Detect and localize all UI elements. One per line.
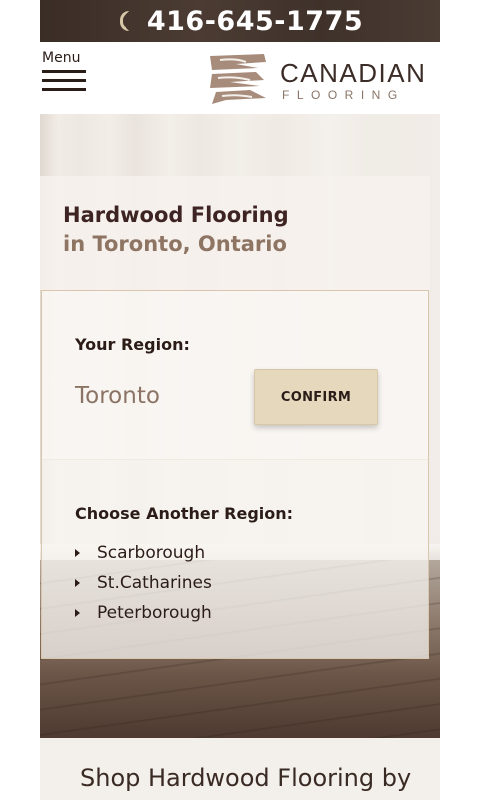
logo-title: CANADIAN bbox=[280, 58, 427, 88]
menu-button[interactable]: Menu bbox=[42, 50, 88, 97]
region-link-label: Scarborough bbox=[97, 543, 206, 563]
region-link-scarborough[interactable]: Scarborough bbox=[75, 538, 212, 568]
menu-label: Menu bbox=[42, 50, 81, 66]
logo[interactable]: CANADIAN FLOORING bbox=[206, 48, 436, 108]
hamburger-icon bbox=[42, 70, 88, 91]
logo-subtitle: FLOORING bbox=[282, 88, 405, 102]
region-link-label: St.Catharines bbox=[97, 573, 212, 593]
hero-subtitle: in Toronto, Ontario bbox=[63, 232, 287, 256]
region-confirm-panel: Your Region: Toronto CONFIRM bbox=[41, 290, 429, 460]
phone-number-link[interactable]: 416-645-1775 bbox=[147, 6, 363, 37]
page: 416-645-1775 Menu CANADIAN FLOORING Hard… bbox=[40, 0, 440, 800]
bullet-arrow-icon bbox=[75, 549, 80, 557]
logo-wood-grain-icon bbox=[210, 54, 266, 104]
bullet-arrow-icon bbox=[75, 579, 80, 587]
phone-icon bbox=[117, 10, 133, 32]
region-link-st-catharines[interactable]: St.Catharines bbox=[75, 568, 212, 598]
shop-section: Shop Hardwood Flooring by bbox=[40, 738, 440, 800]
phone-bar[interactable]: 416-645-1775 bbox=[40, 0, 440, 42]
shop-heading: Shop Hardwood Flooring by bbox=[80, 764, 412, 792]
region-link-peterborough[interactable]: Peterborough bbox=[75, 598, 212, 628]
hero: Hardwood Flooring in Toronto, Ontario Yo… bbox=[40, 114, 440, 738]
your-region-label: Your Region: bbox=[75, 335, 190, 354]
confirm-button[interactable]: CONFIRM bbox=[254, 369, 378, 425]
hero-title-box: Hardwood Flooring in Toronto, Ontario bbox=[40, 176, 430, 290]
other-regions-panel: Choose Another Region: Scarborough St.Ca… bbox=[41, 458, 429, 659]
choose-region-label: Choose Another Region: bbox=[75, 504, 294, 523]
region-link-label: Peterborough bbox=[97, 603, 212, 623]
current-region: Toronto bbox=[75, 383, 160, 409]
bullet-arrow-icon bbox=[75, 609, 80, 617]
site-header: Menu CANADIAN FLOORING bbox=[40, 42, 440, 114]
region-list: Scarborough St.Catharines Peterborough bbox=[75, 538, 212, 628]
hero-title: Hardwood Flooring bbox=[63, 203, 289, 227]
